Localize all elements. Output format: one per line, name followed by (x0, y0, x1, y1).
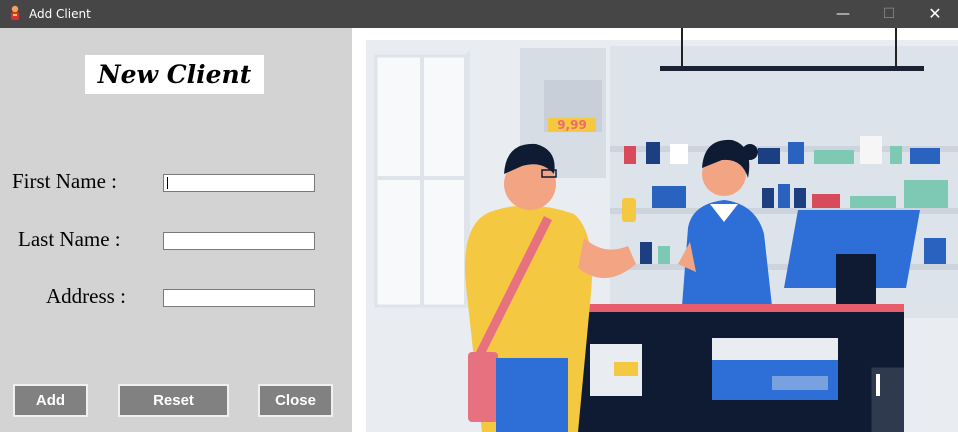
minimize-icon: — (836, 6, 850, 22)
illustration-svg: 9,99 (366, 28, 958, 432)
reset-button[interactable]: Reset (118, 384, 229, 417)
address-label: Address : (46, 284, 126, 308)
first-name-field[interactable] (163, 174, 315, 192)
minimize-button[interactable]: — (820, 0, 866, 28)
text-caret (167, 177, 168, 189)
close-icon: ✕ (928, 4, 942, 23)
heading-box: New Client (85, 55, 264, 94)
address-field[interactable] (163, 289, 315, 307)
last-name-label: Last Name : (18, 227, 121, 251)
last-name-field[interactable] (163, 232, 315, 250)
close-window-button[interactable]: ✕ (912, 0, 958, 28)
pharmacy-illustration: 9,99 (352, 28, 958, 432)
form-panel: New Client First Name : Last Name : Addr… (0, 28, 352, 432)
window-title: Add Client (29, 7, 91, 21)
price-tag: 9,99 (557, 118, 587, 132)
first-name-label: First Name : (12, 169, 117, 193)
page-title: New Client (97, 60, 252, 89)
title-bar: Add Client — ☐ ✕ (0, 0, 958, 28)
maximize-button[interactable]: ☐ (866, 0, 912, 28)
app-icon (11, 5, 19, 20)
maximize-icon: ☐ (882, 6, 896, 22)
close-button[interactable]: Close (258, 384, 333, 417)
add-button[interactable]: Add (13, 384, 88, 417)
